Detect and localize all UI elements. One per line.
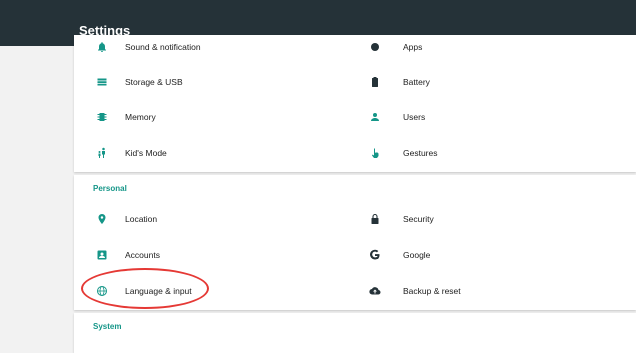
users-item[interactable]: Users: [369, 102, 619, 132]
device-settings-card: Sound & notification Apps Storage & USB …: [74, 35, 636, 172]
backup-reset-label: Backup & reset: [403, 286, 461, 296]
bell-icon: [96, 41, 108, 53]
battery-item[interactable]: Battery: [369, 67, 619, 97]
users-label: Users: [403, 112, 426, 122]
system-settings-card: System: [74, 313, 636, 353]
storage-icon: [96, 76, 108, 88]
accounts-label: Accounts: [125, 250, 160, 260]
battery-icon: [369, 76, 381, 88]
user-icon: [369, 111, 381, 123]
apps-item[interactable]: Apps: [369, 32, 619, 62]
location-pin-icon: [96, 213, 108, 225]
memory-label: Memory: [125, 112, 156, 122]
storage-usb-label: Storage & USB: [125, 77, 183, 87]
kids-mode-label: Kid's Mode: [125, 148, 167, 158]
kids-mode-item[interactable]: Kid's Mode: [96, 138, 346, 168]
google-item[interactable]: Google: [369, 240, 619, 270]
kids-mode-icon: [96, 147, 108, 159]
personal-section-header: Personal: [93, 184, 127, 193]
sound-notification-label: Sound & notification: [125, 42, 201, 52]
storage-usb-item[interactable]: Storage & USB: [96, 67, 346, 97]
personal-settings-card: Personal Location Security Accounts Goog…: [74, 175, 636, 310]
gesture-hand-icon: [369, 147, 381, 159]
apps-label: Apps: [403, 42, 423, 52]
cloud-upload-icon: [369, 285, 381, 297]
security-label: Security: [403, 214, 434, 224]
sound-notification-item[interactable]: Sound & notification: [96, 32, 346, 62]
battery-label: Battery: [403, 77, 430, 87]
google-g-icon: [369, 249, 381, 261]
gestures-label: Gestures: [403, 148, 438, 158]
language-input-item[interactable]: Language & input: [96, 276, 346, 306]
apps-icon: [369, 41, 381, 53]
memory-item[interactable]: Memory: [96, 102, 346, 132]
location-label: Location: [125, 214, 158, 224]
google-label: Google: [403, 250, 431, 260]
security-item[interactable]: Security: [369, 204, 619, 234]
accounts-item[interactable]: Accounts: [96, 240, 346, 270]
gestures-item[interactable]: Gestures: [369, 138, 619, 168]
backup-reset-item[interactable]: Backup & reset: [369, 276, 619, 306]
language-input-label: Language & input: [125, 286, 192, 296]
location-item[interactable]: Location: [96, 204, 346, 234]
lock-icon: [369, 213, 381, 225]
globe-icon: [96, 285, 108, 297]
account-box-icon: [96, 249, 108, 261]
system-section-header: System: [93, 322, 122, 331]
memory-chip-icon: [96, 111, 108, 123]
